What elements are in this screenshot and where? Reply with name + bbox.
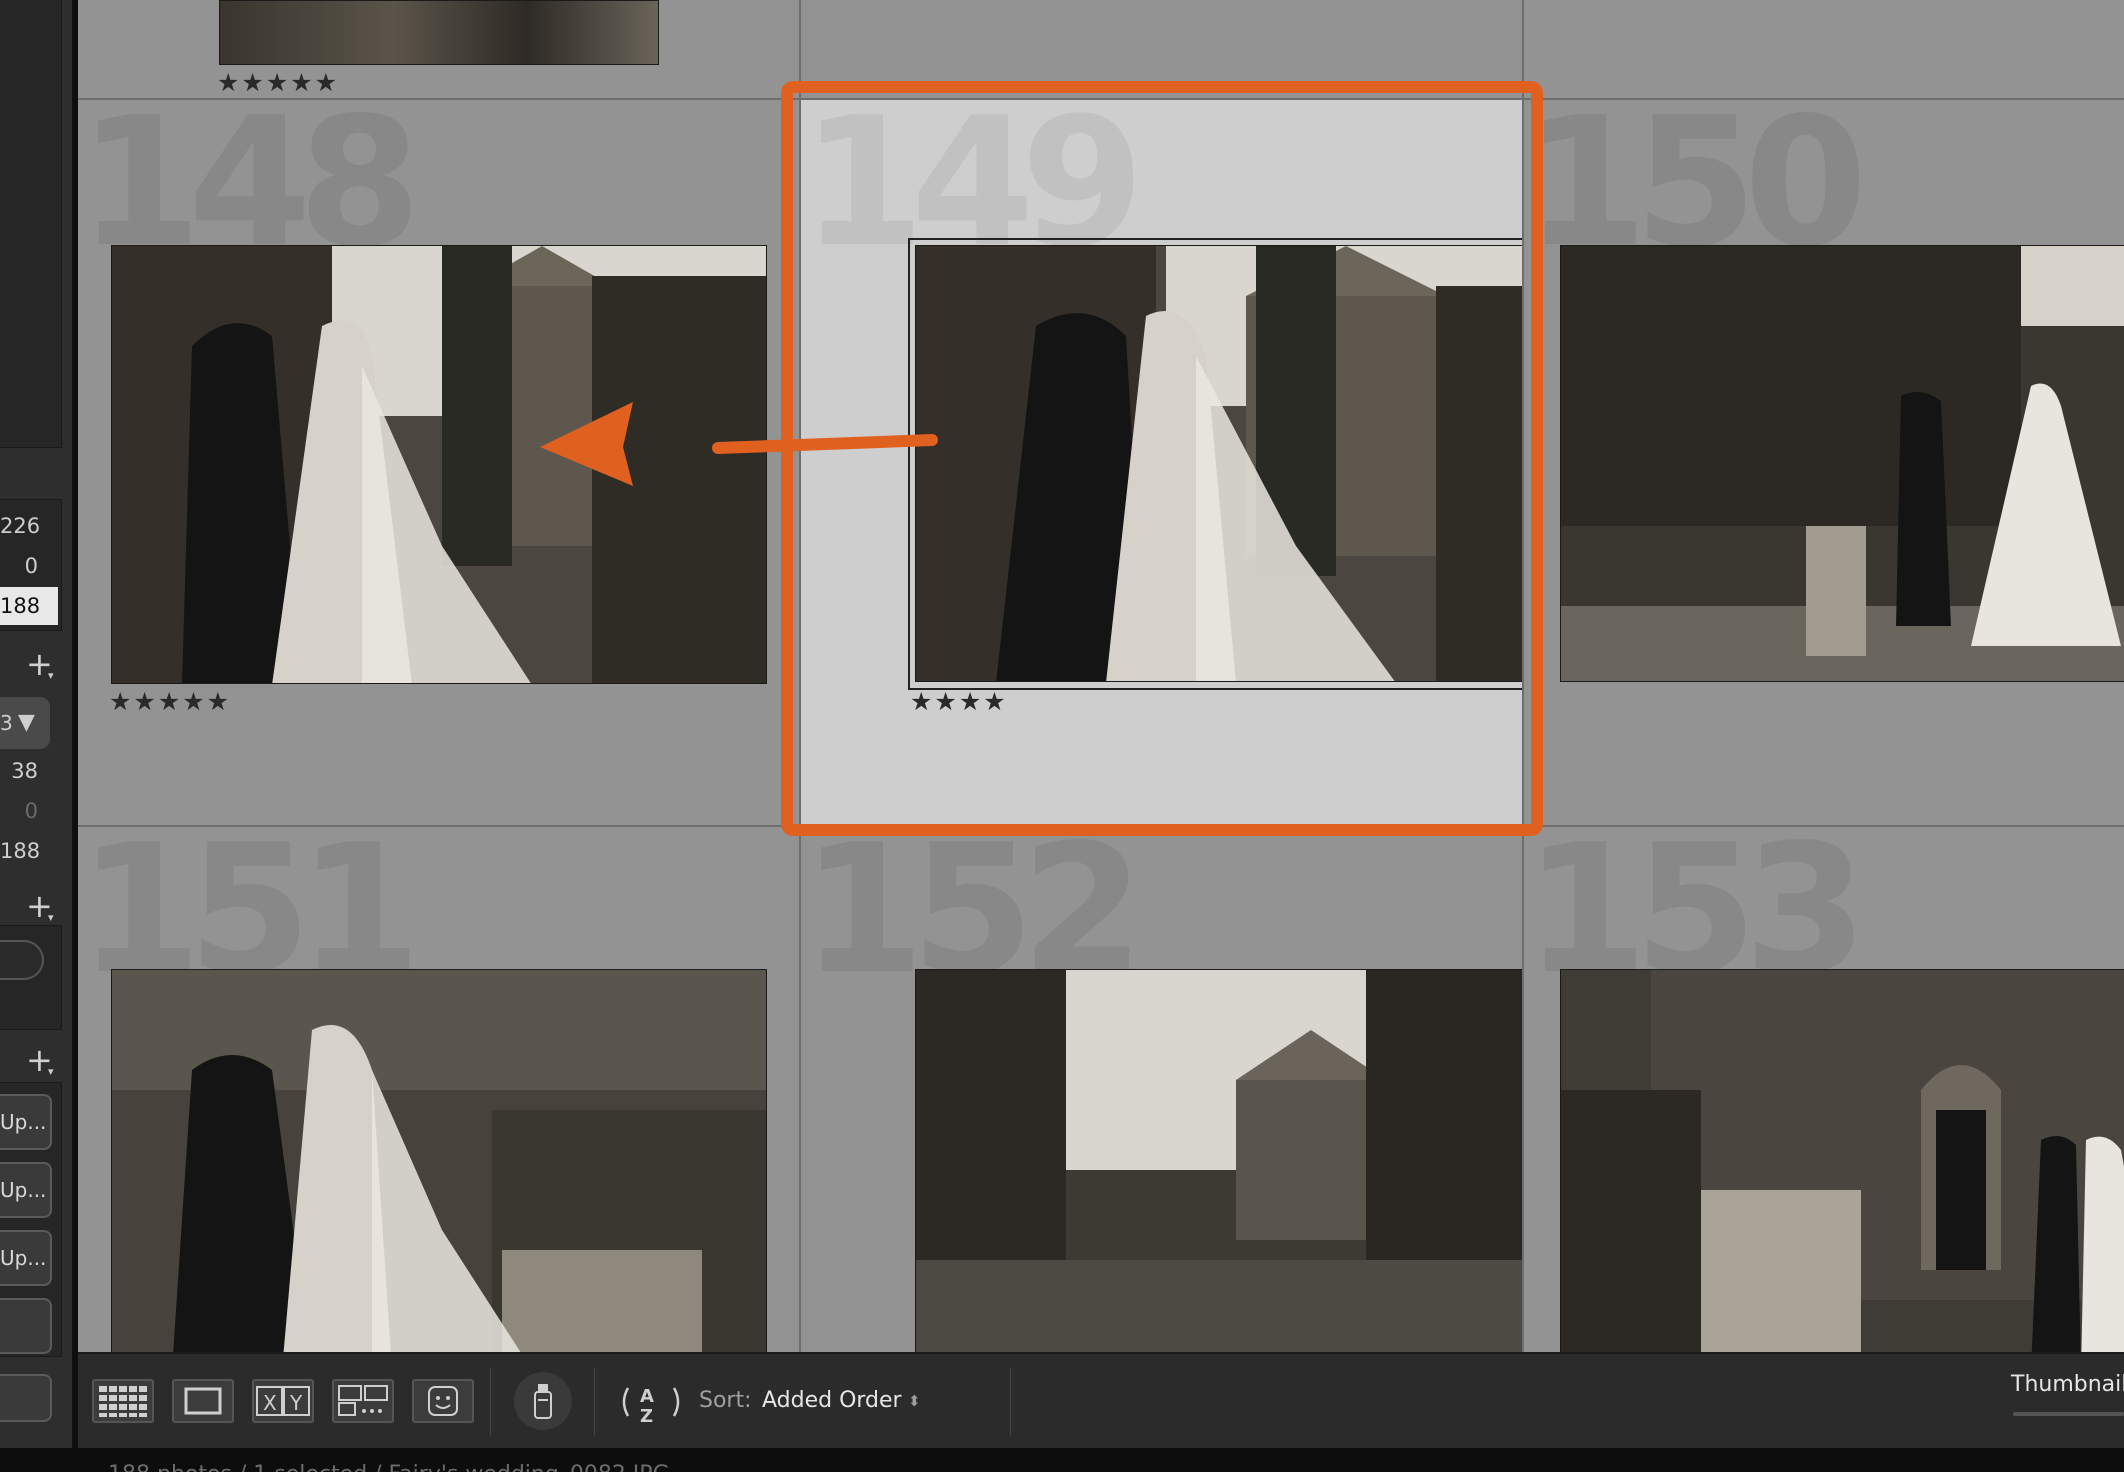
photo-thumbnail[interactable] xyxy=(111,245,767,684)
dropdown-triangle-icon: ▼ xyxy=(18,710,35,735)
photo-thumbnail[interactable] xyxy=(915,245,1522,682)
import-button[interactable] xyxy=(0,1374,52,1422)
toolbar-divider xyxy=(594,1368,595,1436)
svg-text:Z: Z xyxy=(640,1406,653,1427)
star-rating[interactable]: ★★★★★ xyxy=(109,687,231,716)
bottom-toolbar: X Y A Z Sort: Added Order ⬍ Thumbnail xyxy=(78,1352,2124,1450)
grid-cell[interactable]: 153 xyxy=(1524,827,2124,1352)
loupe-view-button[interactable] xyxy=(172,1379,234,1423)
photo-thumbnail[interactable] xyxy=(1560,969,2124,1352)
publish-update-button[interactable]: Up... xyxy=(0,1230,52,1286)
count-value: 188 xyxy=(0,839,41,863)
photo-wedding-couple-chapel xyxy=(112,246,766,683)
add-plus-icon[interactable]: + xyxy=(26,1044,53,1088)
grid-cell-top-3[interactable] xyxy=(1524,0,2124,100)
sort-chevron-icon[interactable]: ⬍ xyxy=(908,1388,921,1414)
photo-wedding-couple-embrace xyxy=(916,246,1522,681)
survey-view-button[interactable] xyxy=(332,1379,394,1423)
grid-cell[interactable]: 148 ★★★★★ xyxy=(78,100,801,827)
publish-button[interactable] xyxy=(0,1298,52,1354)
star-rating[interactable]: ★★★★★ xyxy=(217,68,339,97)
sort-direction-button[interactable]: A Z xyxy=(616,1374,686,1430)
compare-view-button[interactable]: X Y xyxy=(252,1379,314,1423)
count-value: 0 xyxy=(24,799,38,823)
photo-stone-chapel-garden xyxy=(916,970,1522,1352)
grid-cell-top-1[interactable]: ★★★★★ xyxy=(78,0,801,100)
publish-update-button[interactable]: Up... xyxy=(0,1094,52,1150)
loupe-icon xyxy=(184,1387,222,1415)
add-plus-icon[interactable]: + xyxy=(26,890,53,934)
toolbar-divider xyxy=(1010,1368,1011,1436)
status-bar: 188 photos / 1 selected / Fairy's weddin… xyxy=(0,1448,2124,1472)
svg-text:X: X xyxy=(263,1391,277,1415)
add-plus-icon[interactable]: + xyxy=(26,648,53,692)
filter-dropdown[interactable]: 3 ▼ xyxy=(0,697,50,749)
photo-thumbnail[interactable] xyxy=(111,969,767,1352)
people-view-button[interactable] xyxy=(412,1379,474,1423)
thumbnail-size-slider[interactable] xyxy=(2013,1412,2124,1416)
photo-couple-cheek-kiss xyxy=(112,970,766,1352)
survey-icon xyxy=(338,1385,388,1416)
grid-cell[interactable]: 151 xyxy=(78,827,801,1352)
photo-chapel-doorway xyxy=(1561,970,2124,1352)
photo-thumbnail[interactable] xyxy=(915,969,1522,1352)
grid-cell[interactable]: 152 xyxy=(801,827,1524,1352)
status-text: 188 photos / 1 selected / Fairy's weddin… xyxy=(108,1462,670,1472)
navigator-panel-box xyxy=(0,0,62,448)
grid-cell-selected[interactable]: 149 ★★★★ xyxy=(801,100,1524,827)
photo-thumbnail[interactable] xyxy=(219,0,659,65)
compare-xy-icon: X Y xyxy=(256,1386,310,1416)
sort-order-select[interactable]: Added Order xyxy=(762,1388,902,1414)
toolbar-divider xyxy=(490,1368,491,1436)
photo-couple-walking-garden xyxy=(1561,246,2124,681)
face-icon xyxy=(428,1386,458,1416)
photo-grid: ★★★★★ 148 ★★★★★ 149 ★★★★ 150 151 152 153 xyxy=(78,0,2124,1352)
star-rating[interactable]: ★★★★ xyxy=(910,687,1008,716)
grid-cell[interactable]: 150 xyxy=(1524,100,2124,827)
photo-thumbnail[interactable] xyxy=(1560,245,2124,682)
thumbnails-label: Thumbnail xyxy=(2011,1372,2124,1397)
grid-cell-top-2[interactable] xyxy=(801,0,1524,100)
sort-az-icon: A Z xyxy=(622,1386,680,1427)
publish-update-button[interactable]: Up... xyxy=(0,1162,52,1218)
count-value-selected[interactable]: 188 xyxy=(0,587,58,625)
painter-button[interactable] xyxy=(514,1372,572,1430)
count-value: 0 xyxy=(24,554,38,578)
svg-text:A: A xyxy=(640,1386,654,1407)
count-value: 38 xyxy=(11,759,38,783)
grid-icon xyxy=(99,1386,147,1417)
count-value: 226 xyxy=(0,514,41,538)
left-panel: 226 0 188 + 3 ▼ 38 0 188 + + Up... Up...… xyxy=(0,0,73,1460)
collection-toggle[interactable] xyxy=(0,940,44,980)
spray-can-icon xyxy=(534,1384,552,1419)
svg-text:Y: Y xyxy=(289,1391,303,1415)
grid-view-button[interactable] xyxy=(92,1379,154,1423)
sort-label: Sort: xyxy=(699,1388,752,1413)
